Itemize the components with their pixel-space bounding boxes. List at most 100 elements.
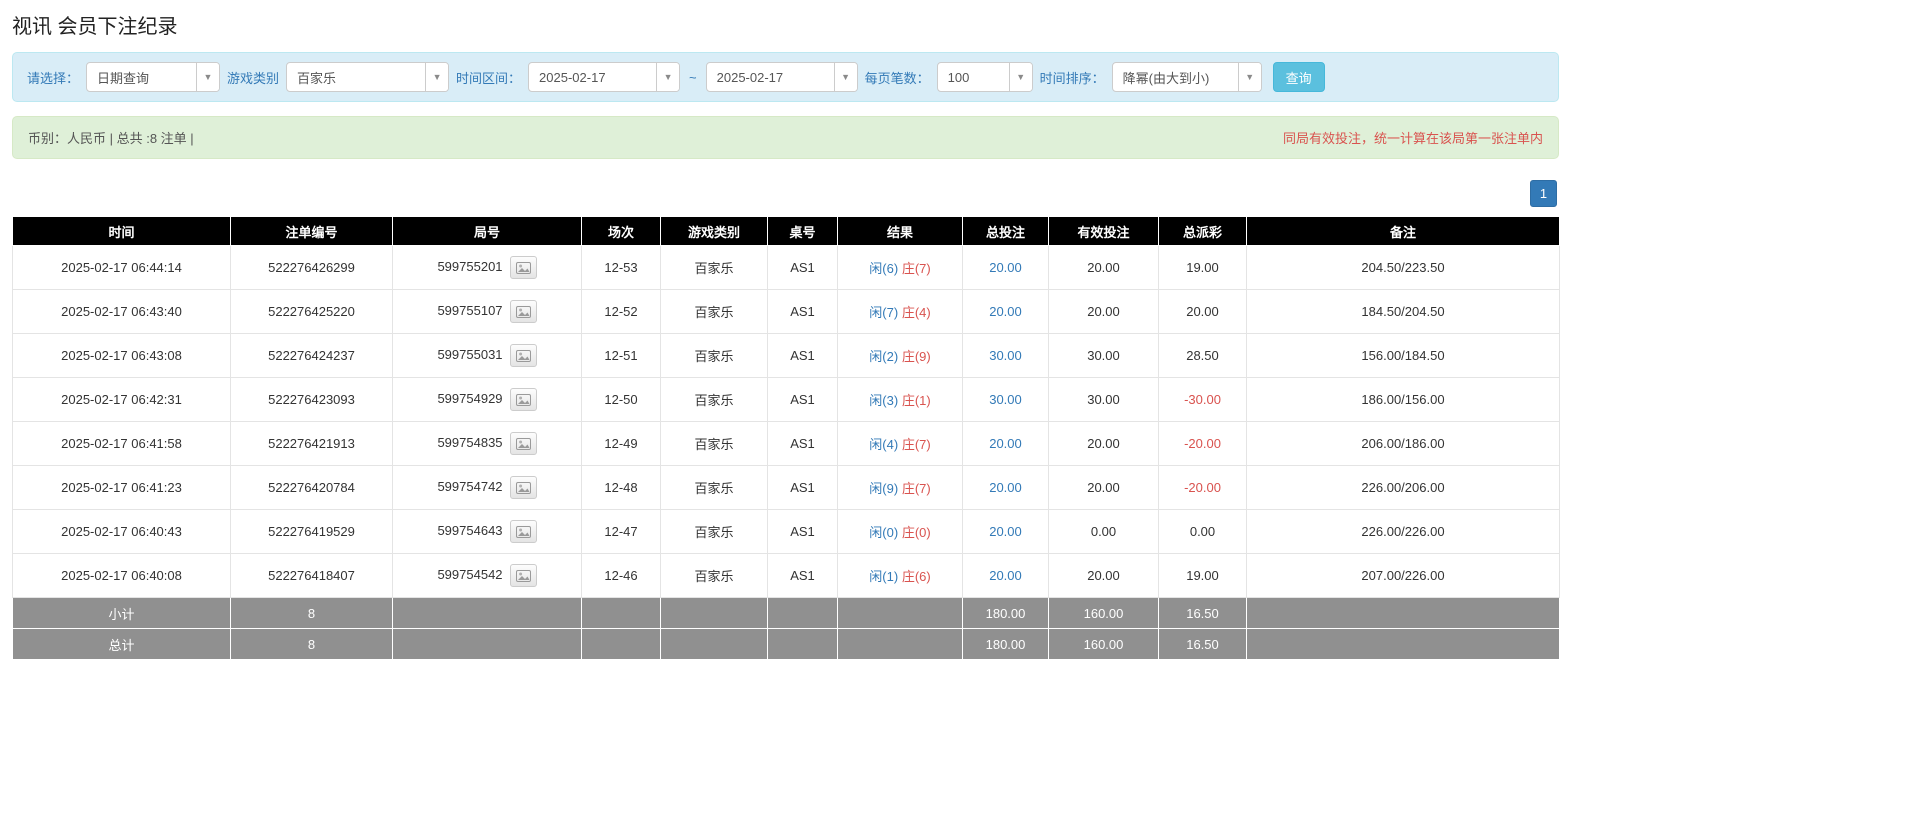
chevron-down-icon[interactable]: ▼	[425, 63, 449, 91]
cell-table-no: AS1	[767, 553, 838, 598]
chevron-down-icon[interactable]: ▼	[1008, 63, 1032, 91]
game-record-icon	[515, 305, 531, 318]
sort-order-label: 时间排序：	[1039, 70, 1105, 86]
round-detail-button[interactable]	[509, 520, 537, 543]
cell-time: 2025-02-17 06:41:23	[12, 465, 231, 510]
result-player: 闲(0)	[869, 525, 899, 540]
cell-valid-bet: 0.00	[1048, 509, 1159, 554]
cell-valid-bet: 20.00	[1048, 421, 1159, 466]
cell-round: 599754643	[392, 509, 582, 554]
cell-remark: 226.00/226.00	[1246, 509, 1560, 554]
cell-total-bet: 20.00	[962, 289, 1049, 334]
sort-order-value: 降幂(由大到小)	[1122, 70, 1210, 86]
chevron-down-icon[interactable]: ▼	[656, 63, 680, 91]
result-banker: 庄(0)	[901, 525, 931, 540]
chevron-down-icon[interactable]: ▼	[833, 63, 857, 91]
cell-table-no: AS1	[767, 421, 838, 466]
result-banker: 庄(7)	[901, 437, 931, 452]
game-record-icon	[515, 349, 531, 362]
time-range-label: 时间区间：	[456, 70, 522, 86]
cell-game-type: 百家乐	[660, 509, 768, 554]
cell-valid-bet: 20.00	[1048, 289, 1159, 334]
sort-order-select[interactable]: 降幂(由大到小) ▼	[1111, 62, 1262, 92]
page-size-select[interactable]: 100 ▼	[936, 62, 1033, 92]
cell-round: 599754742	[392, 465, 582, 510]
total-total-bet: 180.00	[962, 628, 1049, 660]
table-footer: 小计 8 180.00 160.00 16.50 总计 8 180.00 160…	[12, 597, 1560, 660]
cell-result: 闲(7) 庄(4)	[837, 289, 963, 334]
chevron-down-icon[interactable]: ▼	[1237, 63, 1261, 91]
cell-payout: -20.00	[1158, 465, 1247, 510]
subtotal-valid-bet: 160.00	[1048, 597, 1159, 629]
result-player: 闲(6)	[869, 261, 899, 276]
result-banker: 庄(4)	[901, 305, 931, 320]
game-record-icon	[515, 393, 531, 406]
date-from-input[interactable]: 2025-02-17 ▼	[528, 62, 681, 92]
cell-bet-id: 522276425220	[230, 289, 393, 334]
cell-game-type: 百家乐	[660, 245, 768, 290]
cell-session: 12-48	[581, 465, 661, 510]
query-type-value: 日期查询	[97, 70, 150, 86]
total-bet-link[interactable]: 20.00	[989, 568, 1022, 583]
game-record-icon	[515, 437, 531, 450]
header-valid-bet: 有效投注	[1048, 216, 1159, 246]
cell-table-no: AS1	[767, 289, 838, 334]
total-bet-link[interactable]: 20.00	[989, 524, 1022, 539]
total-bet-link[interactable]: 20.00	[989, 260, 1022, 275]
date-to-input[interactable]: 2025-02-17 ▼	[705, 62, 858, 92]
total-payout: 16.50	[1158, 628, 1247, 660]
cell-game-type: 百家乐	[660, 289, 768, 334]
total-bet-link[interactable]: 20.00	[989, 436, 1022, 451]
table-row: 2025-02-17 06:44:14 522276426299 5997552…	[12, 245, 1560, 290]
table-header: 时间 注单编号 局号 场次 游戏类别 桌号 结果 总投注 有效投注 总派彩 备注	[12, 216, 1560, 246]
round-id: 599754929	[437, 390, 503, 406]
total-bet-link[interactable]: 30.00	[989, 348, 1022, 363]
cell-total-bet: 20.00	[962, 245, 1049, 290]
round-detail-button[interactable]	[509, 300, 537, 323]
round-detail-button[interactable]	[509, 432, 537, 455]
round-detail-button[interactable]	[509, 256, 537, 279]
round-id: 599754742	[437, 478, 503, 494]
cell-round: 599755201	[392, 245, 582, 290]
result-player: 闲(4)	[869, 437, 899, 452]
round-detail-button[interactable]	[509, 476, 537, 499]
pagination-page-1[interactable]: 1	[1530, 180, 1557, 207]
round-id: 599755107	[437, 302, 503, 318]
cell-total-bet: 20.00	[962, 553, 1049, 598]
total-bet-link[interactable]: 20.00	[989, 304, 1022, 319]
game-type-value: 百家乐	[297, 70, 337, 86]
filter-bar: 请选择： 日期查询 ▼ 游戏类别 百家乐 ▼ 时间区间： 2025-02-17 …	[12, 52, 1559, 102]
cell-bet-id: 522276418407	[230, 553, 393, 598]
summary-currency-total: 币别：人民币 | 总共 :8 注单 |	[28, 131, 194, 146]
table-row: 2025-02-17 06:41:58 522276421913 5997548…	[12, 421, 1560, 466]
round-detail-button[interactable]	[509, 564, 537, 587]
cell-total-bet: 20.00	[962, 421, 1049, 466]
header-total-bet: 总投注	[962, 216, 1049, 246]
cell-game-type: 百家乐	[660, 377, 768, 422]
cell-total-bet: 30.00	[962, 377, 1049, 422]
page: 视讯 会员下注纪录 请选择： 日期查询 ▼ 游戏类别 百家乐 ▼ 时间区间： 2…	[12, 10, 1560, 660]
result-player: 闲(1)	[869, 569, 899, 584]
cell-session: 12-46	[581, 553, 661, 598]
search-button[interactable]: 查询	[1272, 62, 1325, 92]
game-type-select[interactable]: 百家乐 ▼	[286, 62, 450, 92]
result-player: 闲(9)	[869, 481, 899, 496]
total-bet-link[interactable]: 30.00	[989, 392, 1022, 407]
query-type-label: 请选择：	[27, 70, 80, 86]
cell-table-no: AS1	[767, 509, 838, 554]
round-detail-button[interactable]	[509, 344, 537, 367]
header-payout: 总派彩	[1158, 216, 1247, 246]
chevron-down-icon[interactable]: ▼	[196, 63, 220, 91]
result-player: 闲(7)	[869, 305, 899, 320]
round-detail-button[interactable]	[509, 388, 537, 411]
cell-game-type: 百家乐	[660, 465, 768, 510]
game-record-icon	[515, 525, 531, 538]
round-id: 599754835	[437, 434, 503, 450]
query-type-select[interactable]: 日期查询 ▼	[86, 62, 221, 92]
cell-bet-id: 522276419529	[230, 509, 393, 554]
cell-time: 2025-02-17 06:41:58	[12, 421, 231, 466]
total-bet-link[interactable]: 20.00	[989, 480, 1022, 495]
cell-table-no: AS1	[767, 377, 838, 422]
summary-notice: 同局有效投注，统一计算在该局第一张注单内	[1282, 131, 1543, 146]
cell-bet-id: 522276426299	[230, 245, 393, 290]
